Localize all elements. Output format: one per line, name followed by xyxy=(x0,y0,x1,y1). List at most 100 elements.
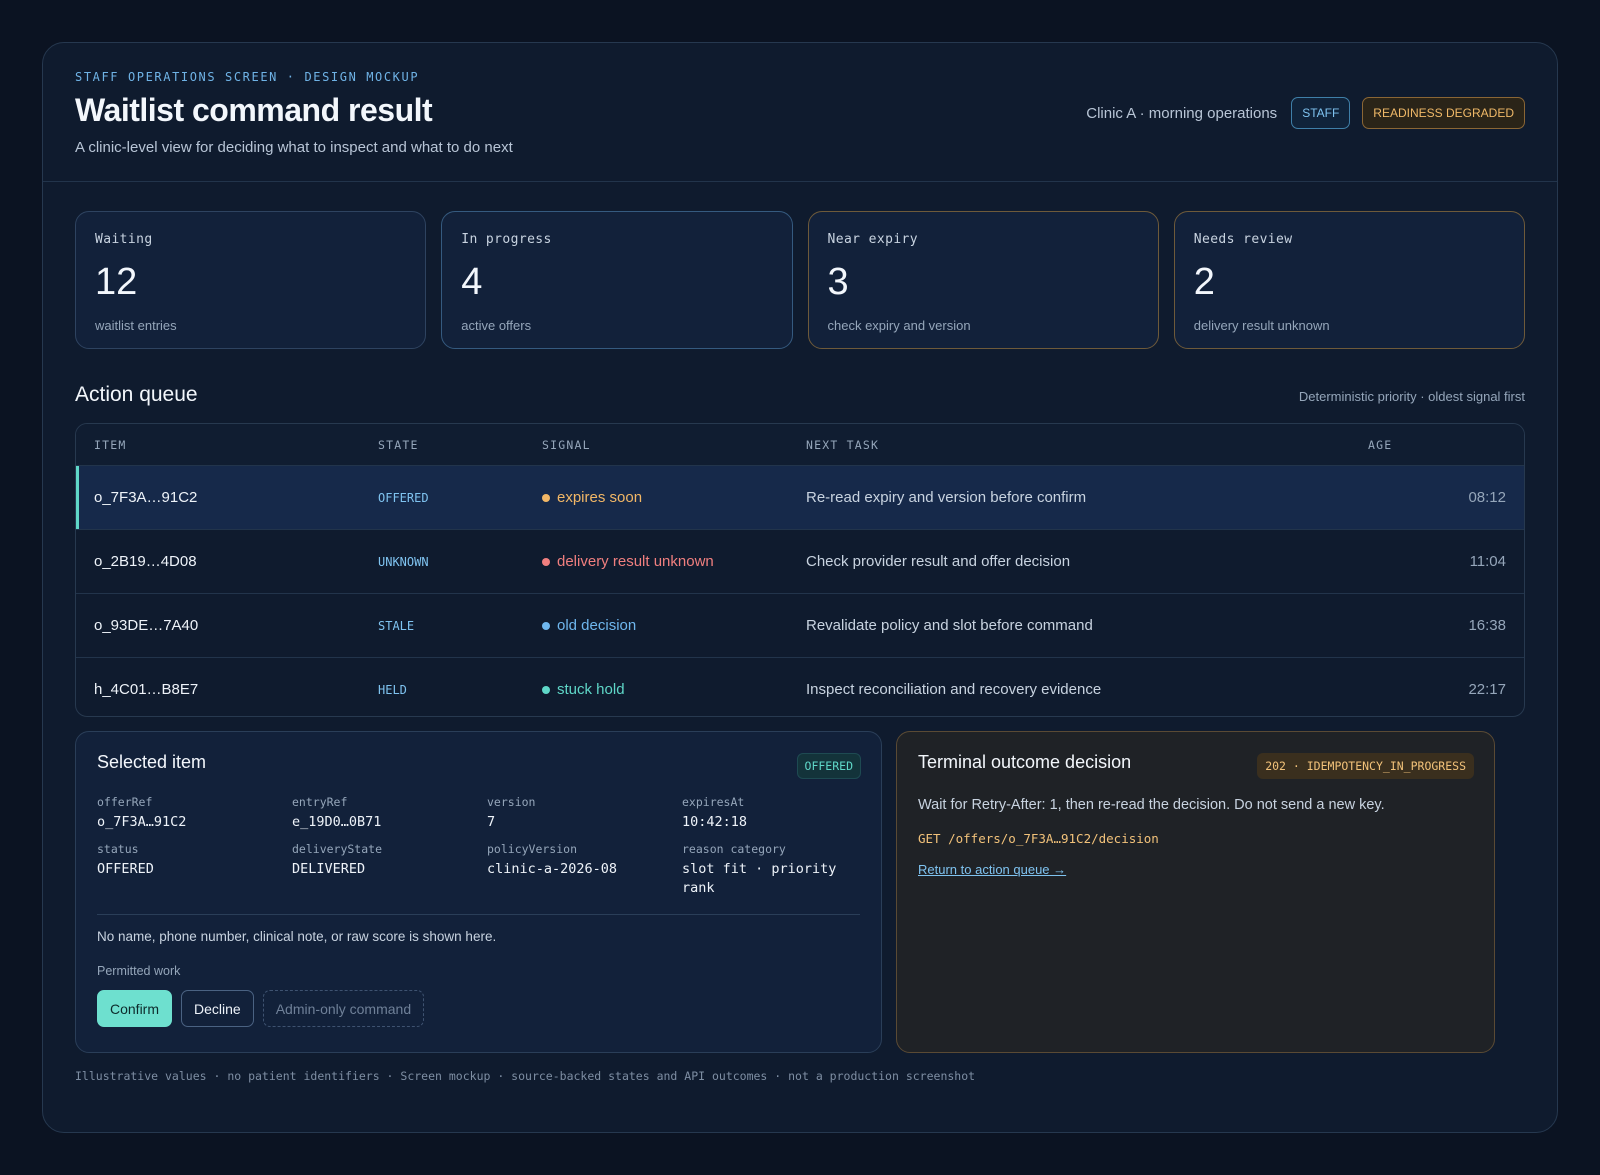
signal-label: old decision xyxy=(557,617,637,634)
field-value: 10:42:18 xyxy=(682,814,748,830)
field-value: slot fit · priority rank xyxy=(682,861,837,896)
table-row[interactable]: o_7F3A…91C2 OFFERED expires soon Re-read… xyxy=(76,465,1524,529)
stat-desc: delivery result unknown xyxy=(1193,318,1330,333)
queue-note: Deterministic priority · oldest signal f… xyxy=(1298,389,1525,404)
permitted-work-label: Permitted work xyxy=(97,964,181,978)
next-task: Check provider result and offer decision xyxy=(806,553,1071,570)
field-entry-ref: entryRef e_19D0…0B71 xyxy=(292,795,487,832)
field-value: OFFERED xyxy=(97,861,154,877)
field-label: deliveryState xyxy=(292,842,383,856)
stat-value: 12 xyxy=(95,261,138,303)
selected-item-title: Selected item xyxy=(97,752,207,772)
field-delivery-state: deliveryState DELIVERED xyxy=(292,842,487,898)
stats-row: Waiting 12 waitlist entries In progress … xyxy=(75,211,1525,349)
field-label: entryRef xyxy=(292,795,348,809)
action-queue-table: ITEM STATE SIGNAL NEXT TASK AGE o_7F3A…9… xyxy=(75,423,1525,717)
signal-label: stuck hold xyxy=(557,681,625,698)
age: 11:04 xyxy=(1469,553,1506,570)
clinic-label: Clinic A · morning operations xyxy=(1086,104,1278,122)
table-header: ITEM STATE SIGNAL NEXT TASK AGE xyxy=(76,424,1524,465)
field-value: clinic-a-2026-08 xyxy=(487,861,618,877)
item-ref: o_2B19…4D08 xyxy=(94,553,197,570)
item-ref: h_4C01…B8E7 xyxy=(94,681,199,698)
field-offer-ref: offerRef o_7F3A…91C2 xyxy=(97,795,292,832)
field-value: DELIVERED xyxy=(292,861,366,877)
column-header-age[interactable]: AGE xyxy=(1368,438,1392,452)
field-expires-at: expiresAt 10:42:18 xyxy=(682,795,862,832)
stat-value: 2 xyxy=(1193,261,1215,303)
divider xyxy=(97,914,860,915)
stat-card-waiting: Waiting 12 waitlist entries xyxy=(75,211,427,349)
field-value: o_7F3A…91C2 xyxy=(97,814,187,830)
signal-dot-icon xyxy=(542,557,550,566)
detail-fields: offerRef o_7F3A…91C2 entryRef e_19D0…0B7… xyxy=(97,795,860,898)
item-ref: o_93DE…7A40 xyxy=(94,617,199,634)
field-label: policyVersion xyxy=(487,842,578,856)
role-badge: STAFF xyxy=(1291,97,1351,129)
signal: delivery result unknown xyxy=(542,553,714,570)
column-header-next-task[interactable]: NEXT TASK xyxy=(806,438,879,452)
stat-value: 4 xyxy=(461,261,483,303)
column-header-item[interactable]: ITEM xyxy=(94,438,127,452)
signal: stuck hold xyxy=(542,681,625,698)
queue-title: Action queue xyxy=(75,383,198,406)
status-badge: OFFERED xyxy=(796,753,861,779)
endpoint: GET /offers/o_7F3A…91C2/decision xyxy=(918,831,1159,846)
field-label: status xyxy=(97,842,139,856)
column-header-signal[interactable]: SIGNAL xyxy=(542,438,591,452)
queue-header: Action queue Deterministic priority · ol… xyxy=(75,383,1525,407)
terminal-outcome-panel: Terminal outcome decision 202 · IDEMPOTE… xyxy=(896,731,1495,1053)
signal-dot-icon xyxy=(542,493,550,502)
readiness-badge: READINESS DEGRADED xyxy=(1362,97,1525,129)
header-meta: Clinic A · morning operations STAFF READ… xyxy=(1086,97,1525,129)
next-task: Inspect reconciliation and recovery evid… xyxy=(806,681,1102,698)
signal-label: expires soon xyxy=(557,489,643,506)
confirm-button[interactable]: Confirm xyxy=(97,990,173,1027)
state-label: UNKNOWN xyxy=(378,554,429,569)
stat-desc: check expiry and version xyxy=(827,318,971,333)
field-value: e_19D0…0B71 xyxy=(292,814,382,830)
stat-label: Needs review xyxy=(1193,232,1293,247)
field-status: status OFFERED xyxy=(97,842,292,898)
signal-dot-icon xyxy=(542,685,550,694)
stat-label: In progress xyxy=(461,232,552,247)
age: 08:12 xyxy=(1468,489,1506,506)
decline-button[interactable]: Decline xyxy=(181,990,254,1027)
stat-card-in-progress: In progress 4 active offers xyxy=(441,211,793,349)
stat-label: Waiting xyxy=(95,232,153,247)
return-to-queue-link[interactable]: Return to action queue → xyxy=(918,862,1066,877)
page-subtitle: A clinic-level view for deciding what to… xyxy=(75,139,513,156)
selected-item-panel: Selected item OFFERED offerRef o_7F3A…91… xyxy=(75,731,882,1053)
next-task: Revalidate policy and slot before comman… xyxy=(806,617,1093,634)
field-label: reason category xyxy=(682,842,786,856)
stat-desc: active offers xyxy=(461,318,532,333)
age: 16:38 xyxy=(1468,617,1506,634)
field-label: offerRef xyxy=(97,795,153,809)
state-label: HELD xyxy=(378,682,407,697)
item-ref: o_7F3A…91C2 xyxy=(94,489,198,506)
table-row[interactable]: o_2B19…4D08 UNKNOWN delivery result unkn… xyxy=(76,529,1524,593)
field-policy-version: policyVersion clinic-a-2026-08 xyxy=(487,842,682,898)
privacy-note: No name, phone number, clinical note, or… xyxy=(97,929,497,944)
stat-label: Near expiry xyxy=(827,232,918,247)
action-buttons: Confirm Decline Admin-only command xyxy=(97,990,860,1027)
table-row[interactable]: h_4C01…B8E7 HELD stuck hold Inspect reco… xyxy=(76,657,1524,716)
stat-card-near-expiry: Near expiry 3 check expiry and version xyxy=(807,211,1159,349)
page-header: STAFF OPERATIONS SCREEN · DESIGN MOCKUP … xyxy=(43,43,1557,182)
signal-dot-icon xyxy=(542,621,550,630)
signal: old decision xyxy=(542,617,636,634)
stat-card-needs-review: Needs review 2 delivery result unknown xyxy=(1173,211,1525,349)
footer-note: Illustrative values · no patient identif… xyxy=(75,1069,976,1083)
column-header-state[interactable]: STATE xyxy=(378,438,419,452)
field-reason-category: reason category slot fit · priority rank xyxy=(682,842,862,898)
state-label: OFFERED xyxy=(378,490,429,505)
signal-label: delivery result unknown xyxy=(557,553,714,570)
admin-only-command-button: Admin-only command xyxy=(262,990,425,1027)
signal: expires soon xyxy=(542,489,642,506)
stat-desc: waitlist entries xyxy=(95,318,177,333)
table-row[interactable]: o_93DE…7A40 STALE old decision Revalidat… xyxy=(76,593,1524,657)
field-label: expiresAt xyxy=(682,795,745,809)
next-task: Re-read expiry and version before confir… xyxy=(806,489,1087,506)
outcome-text: Wait for Retry-After: 1, then re-read th… xyxy=(918,797,1385,813)
field-label: version xyxy=(487,795,536,809)
